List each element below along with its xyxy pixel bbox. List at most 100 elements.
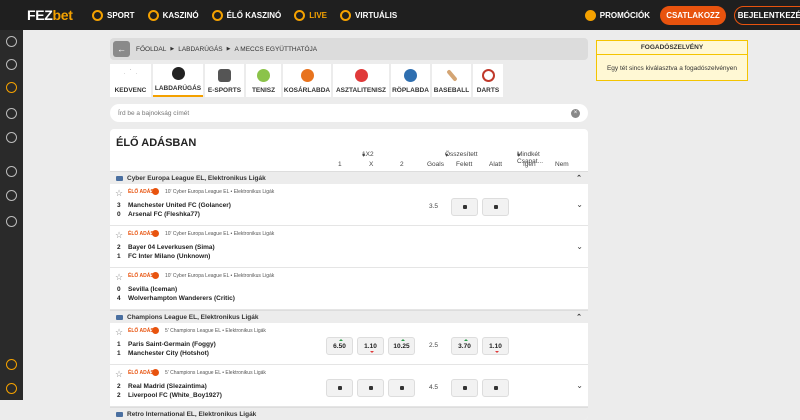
odds-under[interactable]: 1.10 xyxy=(482,337,509,355)
sport-tabs: KEDVENC LABDARÚGÁS E-SPORTS TENISZ KOSÁR… xyxy=(110,64,588,98)
col-group-total[interactable]: Összesített ▾ xyxy=(445,151,478,159)
col-under: Alatt xyxy=(489,161,503,168)
chevron-up-icon[interactable]: ⌃ xyxy=(576,313,582,321)
betslip: FOGADÓSZELVÉNY Egy tét sincs kiválasztva… xyxy=(596,40,748,81)
favorite-star-icon[interactable]: ☆ xyxy=(115,188,123,199)
live-tag: ÉLŐ ADÁS xyxy=(128,328,154,334)
brand-logo[interactable]: FEZbet xyxy=(0,7,92,23)
star-icon xyxy=(124,69,137,81)
nav-item-live[interactable]: LIVE xyxy=(294,9,327,21)
login-button[interactable]: BEJELENTKEZÉS xyxy=(734,5,800,25)
sidebar-live-icon[interactable] xyxy=(6,82,17,93)
sport-tab-table-tennis[interactable]: ASZTALITENISZ xyxy=(333,64,389,97)
sport-tab-football[interactable]: LABDARÚGÁS xyxy=(153,64,203,97)
chevron-down-icon[interactable]: ⌄ xyxy=(576,381,583,390)
odds-down-icon xyxy=(495,351,499,353)
match-meta: 5' Champions League EL • Elektronikus Li… xyxy=(165,370,266,376)
breadcrumb-home[interactable]: FŐOLDAL xyxy=(136,46,166,53)
sport-tab-volleyball[interactable]: RÖPLABDA xyxy=(391,64,430,97)
match-row[interactable]: ☆ ÉLŐ ADÁS 5' Champions League EL • Elek… xyxy=(110,365,588,407)
match-row[interactable]: ☆ ÉLŐ ADÁS 10' Cyber Europa League EL • … xyxy=(110,184,588,226)
back-arrow-icon[interactable]: ← xyxy=(113,41,130,57)
odds-under-locked xyxy=(482,198,509,216)
home-team: 2 Bayer 04 Leverkusen (Sima) xyxy=(117,244,215,251)
match-meta: 10' Cyber Europa League EL • Elektroniku… xyxy=(165,189,275,195)
league-search-input[interactable]: Írd be a bajnokság címét × xyxy=(110,104,588,122)
sidebar-tennis-icon[interactable] xyxy=(6,132,17,143)
odds-up-icon xyxy=(464,339,468,341)
breadcrumb-football[interactable]: LABDARÚGÁS xyxy=(178,46,222,53)
chevron-up-icon[interactable]: ⌃ xyxy=(576,174,582,182)
basketball-icon xyxy=(300,69,314,82)
match-row[interactable]: ☆ ÉLŐ ADÁS 10' Cyber Europa League EL • … xyxy=(110,268,588,310)
breadcrumb-separator: ▶ xyxy=(170,46,175,52)
favorite-star-icon[interactable]: ☆ xyxy=(115,272,123,283)
league-header[interactable]: Cyber Europa League EL, Elektronikus Lig… xyxy=(110,171,588,184)
league-flag-icon xyxy=(116,411,123,417)
baseball-bat-icon xyxy=(445,69,458,82)
sidebar-info-icon[interactable] xyxy=(6,359,17,370)
col-yes: Igen xyxy=(523,161,536,168)
odds-draw[interactable]: 1.10 xyxy=(357,337,384,355)
col-1: 1 xyxy=(338,161,342,168)
sport-tab-baseball[interactable]: BASEBALL xyxy=(432,64,471,97)
favorite-star-icon[interactable]: ☆ xyxy=(115,327,123,338)
casino-icon xyxy=(147,9,159,21)
away-team: 1 Manchester City (Hotshot) xyxy=(117,350,209,357)
live-tag: ÉLŐ ADÁS xyxy=(128,370,154,376)
sport-tab-darts[interactable]: DARTS xyxy=(473,64,503,97)
clear-search-icon[interactable]: × xyxy=(571,108,580,118)
nav-item-live-casino[interactable]: ÉLŐ KASZINÓ xyxy=(211,9,281,21)
betslip-title: FOGADÓSZELVÉNY xyxy=(597,41,747,55)
league-header[interactable]: Champions League EL, Elektronikus Ligák … xyxy=(110,310,588,323)
promotions-link[interactable]: PROMÓCIÓK xyxy=(584,9,650,21)
league-header[interactable]: Retro International EL, Elektronikus Lig… xyxy=(110,407,588,420)
home-team: 1 Paris Saint-Germain (Foggy) xyxy=(117,341,216,348)
odds-away[interactable]: 10.25 xyxy=(388,337,415,355)
league-flag-icon xyxy=(116,175,123,181)
sidebar-basketball-icon[interactable] xyxy=(6,59,17,70)
odds-draw-locked xyxy=(357,379,384,397)
col-goals: Goals xyxy=(427,161,444,168)
col-no: Nem xyxy=(555,161,569,168)
odds-home[interactable]: 6.50 xyxy=(326,337,353,355)
main-content: ← FŐOLDAL ▶ LABDARÚGÁS ▶ A MECCS EGYÜTTH… xyxy=(110,38,588,420)
sport-tab-tennis[interactable]: TENISZ xyxy=(246,64,281,97)
odds-over[interactable]: 3.70 xyxy=(451,337,478,355)
chevron-down-icon[interactable]: ⌄ xyxy=(576,200,583,209)
sidebar-casino-icon[interactable] xyxy=(6,108,17,119)
chevron-down-icon[interactable]: ⌄ xyxy=(576,242,583,251)
home-team: 0 Sevilla (Iceman) xyxy=(117,286,178,293)
nav-item-sport[interactable]: SPORT xyxy=(92,9,135,21)
goals-line: 2.5 xyxy=(429,342,439,349)
sidebar-soccer-icon[interactable] xyxy=(6,36,17,47)
match-row[interactable]: ☆ ÉLŐ ADÁS 5' Champions League EL • Elek… xyxy=(110,323,588,365)
favorite-star-icon[interactable]: ☆ xyxy=(115,369,123,380)
live-badge-icon xyxy=(152,327,159,334)
match-row[interactable]: ☆ ÉLŐ ADÁS 10' Cyber Europa League EL • … xyxy=(110,226,588,268)
main-nav: SPORT KASZINÓ ÉLŐ KASZINÓ LIVE VIRTUÁLIS xyxy=(92,0,410,30)
nav-item-casino[interactable]: KASZINÓ xyxy=(147,9,199,21)
sidebar-support-icon[interactable] xyxy=(6,383,17,394)
col-group-1x2[interactable]: 1X2 ▾ xyxy=(362,151,374,159)
sidebar-globe-icon[interactable] xyxy=(6,166,17,177)
col-over: Felett xyxy=(456,161,473,168)
sidebar-cards-icon[interactable] xyxy=(6,190,17,201)
nav-item-virtual[interactable]: VIRTUÁLIS xyxy=(340,9,397,21)
soccer-icon xyxy=(92,9,103,21)
col-group-btts[interactable]: Mindkét Csapat... ▾ xyxy=(517,151,543,165)
odds-over-locked xyxy=(451,379,478,397)
join-button[interactable]: CSATLAKOZZ xyxy=(660,5,726,25)
odds-over-locked xyxy=(451,198,478,216)
sidebar-virtual-icon[interactable] xyxy=(6,216,17,227)
goals-line: 3.5 xyxy=(429,203,439,210)
breadcrumb-current: A MECCS EGYÜTTHATÓJA xyxy=(234,45,318,53)
odds-up-icon xyxy=(401,339,405,341)
sport-tab-basketball[interactable]: KOSÁRLABDA xyxy=(283,64,331,97)
live-badge-icon xyxy=(152,369,159,376)
live-badge-icon xyxy=(152,230,159,237)
sport-tab-esports[interactable]: E-SPORTS xyxy=(205,64,244,97)
sport-tab-favorites[interactable]: KEDVENC xyxy=(110,64,151,97)
soccer-ball-icon xyxy=(171,67,185,80)
favorite-star-icon[interactable]: ☆ xyxy=(115,230,123,241)
